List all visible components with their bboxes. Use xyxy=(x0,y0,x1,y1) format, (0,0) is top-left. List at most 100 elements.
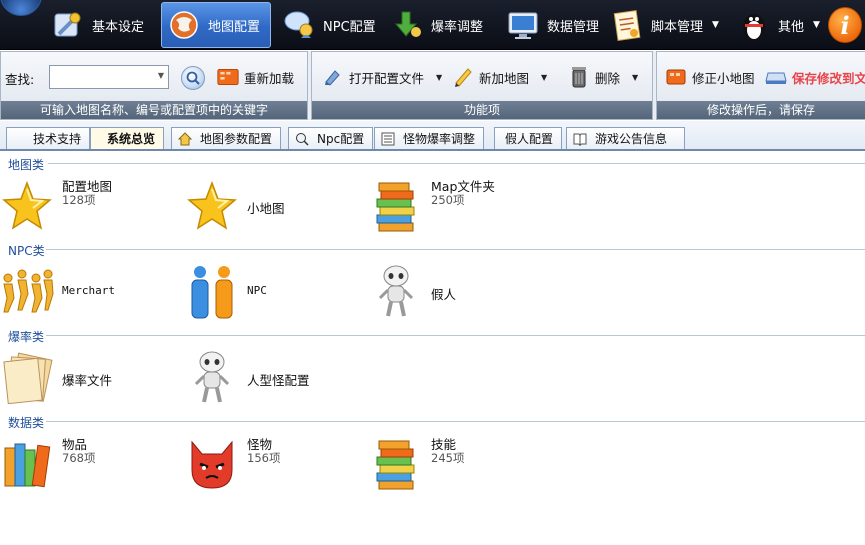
fix-minimap-button[interactable]: 修正小地图 xyxy=(665,64,755,90)
item-name: 人型怪配置 xyxy=(247,373,310,388)
red-cat-icon xyxy=(185,434,239,494)
fix-minimap-label: 修正小地图 xyxy=(692,70,755,86)
section-divider xyxy=(46,421,865,422)
item-minimap[interactable]: 小地图 xyxy=(185,176,365,236)
item-count: 768项 xyxy=(62,451,96,465)
subtab-game-announcement[interactable]: 游戏公告信息 xyxy=(566,127,685,149)
subtab-bot-config[interactable]: 假人配置 xyxy=(494,127,563,149)
globe-icon xyxy=(166,7,202,43)
delete-button[interactable]: 删除 ▼ xyxy=(568,64,638,90)
reload-label: 重新加载 xyxy=(244,70,295,86)
section-divider xyxy=(48,163,865,164)
subtab-label: 技术支持 xyxy=(33,131,82,146)
save-group-label: 修改操作后，请保存 xyxy=(657,101,865,119)
section-title-map: 地图类 xyxy=(8,158,45,172)
section-title-drop: 爆率类 xyxy=(8,330,45,344)
search-icon xyxy=(186,71,200,85)
books-icon xyxy=(0,434,54,494)
item-name: Merchart xyxy=(62,284,115,297)
subtab-tech-support[interactable]: 技术支持 xyxy=(6,127,91,149)
section-divider xyxy=(46,249,865,250)
magnifier-icon xyxy=(295,132,309,146)
item-goods[interactable]: 物品 768项 xyxy=(0,434,180,494)
reload-button[interactable]: 重新加载 xyxy=(217,64,294,90)
tab-drop-rate[interactable]: 爆率调整 xyxy=(389,2,483,48)
item-count: 245项 xyxy=(431,451,465,465)
reload-icon xyxy=(217,66,239,88)
subtab-system-overview[interactable]: 系统总览 xyxy=(90,127,165,149)
subtab-npc-config[interactable]: Npc配置 xyxy=(288,127,374,149)
open-config-file-label: 打开配置文件 xyxy=(349,70,425,86)
save-disk-icon xyxy=(765,66,787,88)
search-button[interactable] xyxy=(181,66,205,90)
tab-script-management[interactable]: 脚本管理 ▼ xyxy=(609,2,719,48)
star-icon xyxy=(0,176,54,236)
papers-icon xyxy=(0,348,54,408)
tab-label: 数据管理 xyxy=(547,19,600,35)
save-changes-label: 保存修改到文 xyxy=(792,70,865,86)
subtab-label: Npc配置 xyxy=(317,131,365,146)
settings-icon xyxy=(50,7,86,43)
tab-label: 脚本管理 xyxy=(651,19,704,35)
chevron-down-icon[interactable]: ▼ xyxy=(436,73,442,82)
function-group: 打开配置文件 ▼ 新加地图 ▼ 删除 ▼ 功能项 xyxy=(311,51,653,120)
chevron-down-icon[interactable]: ▼ xyxy=(158,71,164,80)
open-file-icon xyxy=(322,66,344,88)
ribbon-tool-panel: 查找: ▼ 重新加载 可输入地图名称、编号或配置项中的关键字 打开配置文件 ▼ xyxy=(0,51,865,120)
tab-label: 基本设定 xyxy=(92,19,145,35)
chevron-down-icon[interactable]: ▼ xyxy=(813,20,820,30)
item-name: 假人 xyxy=(431,287,457,302)
search-hint: 可输入地图名称、编号或配置项中的关键字 xyxy=(1,101,307,119)
robot-icon xyxy=(185,348,239,408)
delete-label: 删除 xyxy=(595,70,621,86)
save-changes-button[interactable]: 保存修改到文 xyxy=(765,64,865,90)
subtab-map-params[interactable]: 地图参数配置 xyxy=(171,127,282,149)
tab-basic-settings[interactable]: 基本设定 xyxy=(50,2,144,48)
books-icon xyxy=(369,176,423,236)
search-input[interactable]: ▼ xyxy=(49,65,169,89)
item-bot[interactable]: 假人 xyxy=(369,262,549,322)
books-icon xyxy=(369,434,423,494)
tab-label: 其他 xyxy=(778,19,805,35)
subtab-label: 怪物爆率调整 xyxy=(403,131,476,146)
script-icon xyxy=(609,7,645,43)
section-title-data: 数据类 xyxy=(8,416,45,430)
chevron-down-icon[interactable]: ▼ xyxy=(541,73,547,82)
tab-map-config[interactable]: 地图配置 xyxy=(161,2,271,48)
section-divider xyxy=(46,335,865,336)
function-group-label: 功能项 xyxy=(312,101,652,119)
item-config-map[interactable]: 配置地图 128项 xyxy=(0,176,180,236)
tab-label: 爆率调整 xyxy=(431,19,484,35)
item-humanoid-monster[interactable]: 人型怪配置 xyxy=(185,348,365,408)
item-npc[interactable]: NPC xyxy=(185,262,365,322)
item-drop-file[interactable]: 爆率文件 xyxy=(0,348,180,408)
info-icon[interactable]: i xyxy=(828,7,862,43)
open-config-file-button[interactable]: 打开配置文件 ▼ xyxy=(322,64,442,90)
item-skill[interactable]: 技能 245项 xyxy=(369,434,549,494)
main-ribbon-tabbar: 基本设定 地图配置 NPC配置 爆率调整 数据管理 脚本管理 ▼ 其他 ▼ i xyxy=(0,0,865,50)
tab-other[interactable]: 其他 ▼ xyxy=(736,2,820,48)
section-title-npc: NPC类 xyxy=(8,244,45,258)
item-name: 小地图 xyxy=(247,201,285,216)
chevron-down-icon[interactable]: ▼ xyxy=(632,73,638,82)
tab-data-management[interactable]: 数据管理 xyxy=(505,2,599,48)
penguin-icon xyxy=(736,7,772,43)
new-map-button[interactable]: 新加地图 ▼ xyxy=(452,64,547,90)
tab-label: NPC配置 xyxy=(323,19,376,35)
chevron-down-icon[interactable]: ▼ xyxy=(712,20,719,30)
item-name: 爆率文件 xyxy=(62,373,113,388)
tab-npc-config[interactable]: NPC配置 xyxy=(281,2,376,48)
list-icon xyxy=(381,132,395,146)
app-menu-orb[interactable] xyxy=(0,0,42,16)
pencil-icon xyxy=(452,66,474,88)
subtab-label: 游戏公告信息 xyxy=(595,131,668,146)
tab-label: 地图配置 xyxy=(208,19,261,35)
subtab-label: 地图参数配置 xyxy=(200,131,273,146)
item-monster[interactable]: 怪物 156项 xyxy=(185,434,365,494)
subtab-monster-drop[interactable]: 怪物爆率调整 xyxy=(374,127,485,149)
sub-tab-bar: 技术支持 系统总览 地图参数配置 Npc配置 怪物爆率调整 假人配置 游戏公告信… xyxy=(0,121,865,151)
item-name: NPC xyxy=(247,284,267,297)
item-merchart[interactable]: Merchart xyxy=(0,262,180,322)
item-map-folder[interactable]: Map文件夹 250项 xyxy=(369,176,549,236)
two-people-icon xyxy=(185,262,239,322)
